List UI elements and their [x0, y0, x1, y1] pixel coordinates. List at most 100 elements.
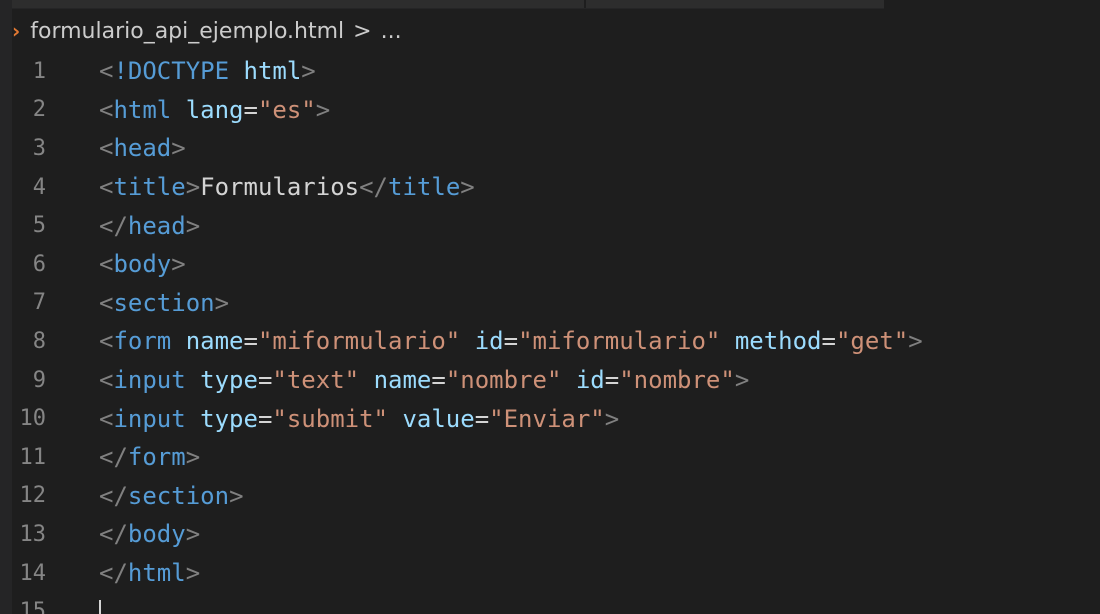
token-bracket: >	[460, 173, 475, 202]
line-number: 15	[19, 599, 47, 614]
token-attr: id	[474, 327, 504, 356]
breadcrumb-file-name[interactable]: formulario_api_ejemplo.html	[30, 19, 344, 44]
line-number: 11	[19, 444, 47, 470]
token-plain: =	[243, 95, 258, 124]
token-bracket: >	[604, 404, 620, 433]
code-line[interactable]: 3 <head>	[0, 129, 1100, 168]
token-str: "nombre"	[619, 366, 735, 395]
code-text[interactable]: <input type="text" name="nombre" id="nom…	[99, 366, 749, 394]
token-bracket: >	[185, 520, 201, 549]
token-bracket: <	[99, 173, 114, 202]
line-number: 13	[19, 521, 47, 547]
token-bracket: >	[185, 211, 201, 240]
code-line[interactable]: 10 <input type="submit" value="Enviar">	[0, 399, 1100, 438]
line-number: 14	[19, 560, 47, 586]
line-number: 5	[32, 213, 46, 239]
vertical-scrollbar[interactable]	[1086, 52, 1100, 614]
token-bracket: </	[99, 520, 128, 549]
code-line[interactable]: 9 <input type="text" name="nombre" id="no…	[0, 361, 1100, 400]
code-text[interactable]: </head>	[99, 212, 200, 240]
token-bracket: <	[99, 57, 114, 86]
token-bracket: <	[99, 134, 114, 163]
code-editor-area[interactable]: 1 <!DOCTYPE html> 2 <html lang="es"> 3 <head>…	[0, 52, 1100, 614]
code-text[interactable]: <section>	[99, 289, 229, 317]
code-line[interactable]: 12 </section>	[0, 477, 1100, 516]
token-str: "miformulario"	[518, 327, 721, 356]
token-plain: =	[243, 327, 258, 356]
token-tag: head	[127, 211, 186, 240]
line-number: 4	[32, 174, 46, 200]
code-line[interactable]: 8 <form name="miformulario" id="miformula…	[0, 322, 1100, 361]
code-text[interactable]: <html lang="es">	[99, 96, 330, 124]
token-bracket: <	[99, 288, 114, 317]
token-attr: lang	[185, 95, 244, 124]
breadcrumb-symbol-ellipsis[interactable]: ...	[381, 19, 402, 44]
line-number: 8	[32, 328, 46, 354]
code-line[interactable]: 6 <body>	[0, 245, 1100, 284]
token-str: "get"	[835, 327, 909, 356]
token-bracket: >	[301, 57, 316, 86]
code-line[interactable]: 13 </body>	[0, 515, 1100, 554]
code-text[interactable]: </html>	[99, 559, 200, 587]
token-plain: =	[257, 366, 273, 395]
token-bracket: >	[734, 366, 750, 395]
code-line[interactable]: 2 <html lang="es">	[0, 91, 1100, 130]
token-plain: =	[604, 366, 620, 395]
token-bracket: >	[908, 327, 923, 356]
token-tag: input	[113, 366, 186, 395]
token-tag: !DOCTYPE	[113, 57, 230, 86]
code-line[interactable]: 14 </html>	[0, 554, 1100, 593]
token-tag: input	[113, 404, 186, 433]
code-text[interactable]: </section>	[99, 482, 244, 510]
code-line[interactable]: 5 </head>	[0, 206, 1100, 245]
token-bracket: </	[99, 211, 128, 240]
code-text[interactable]: <input type="submit" value="Enviar">	[99, 405, 619, 433]
line-number: 10	[19, 406, 47, 432]
token-tag: title	[113, 173, 186, 202]
token-bracket: <	[99, 95, 114, 124]
token-str: "submit"	[272, 404, 388, 433]
token-attr: html	[243, 57, 302, 86]
code-line[interactable]: 7 <section>	[0, 284, 1100, 323]
code-text[interactable]: <head>	[99, 134, 186, 162]
token-tag: title	[388, 173, 461, 202]
line-number: 7	[32, 290, 46, 316]
html-file-icon: ›	[12, 19, 21, 43]
line-number: 9	[32, 367, 46, 393]
line-number: 1	[32, 58, 46, 84]
token-bracket: </	[359, 173, 389, 202]
code-line[interactable]: 1 <!DOCTYPE html>	[0, 52, 1100, 91]
token-bracket: <	[99, 366, 114, 395]
code-text[interactable]: <form name="miformulario" id="miformular…	[99, 327, 923, 355]
code-text[interactable]: <title>Formularios</title>	[99, 173, 475, 201]
token-plain: =	[257, 404, 273, 433]
line-number: 3	[32, 135, 46, 161]
token-attr: type	[200, 366, 258, 395]
code-line[interactable]: 4 <title>Formularios</title>	[0, 168, 1100, 207]
token-bracket: >	[315, 95, 331, 124]
code-line[interactable]: 11 </form>	[0, 438, 1100, 477]
token-bracket: >	[171, 250, 186, 279]
code-text[interactable]	[99, 598, 101, 614]
token-str: "Enviar"	[489, 404, 605, 433]
breadcrumb: › formulario_api_ejemplo.html > ...	[12, 14, 402, 48]
token-attr: name	[373, 366, 432, 395]
token-plain: =	[431, 366, 446, 395]
editor-tab-strip[interactable]	[12, 0, 884, 9]
code-line[interactable]: 15	[0, 592, 1100, 614]
token-tag: head	[113, 134, 172, 163]
token-attr: id	[575, 366, 605, 395]
code-text[interactable]: <body>	[99, 250, 186, 278]
token-tag: form	[127, 443, 186, 472]
tab-separator	[584, 0, 586, 8]
code-text[interactable]: </form>	[99, 443, 200, 471]
code-text[interactable]: </body>	[99, 520, 200, 548]
code-text[interactable]: <!DOCTYPE html>	[99, 57, 316, 85]
token-tag: section	[127, 481, 230, 510]
